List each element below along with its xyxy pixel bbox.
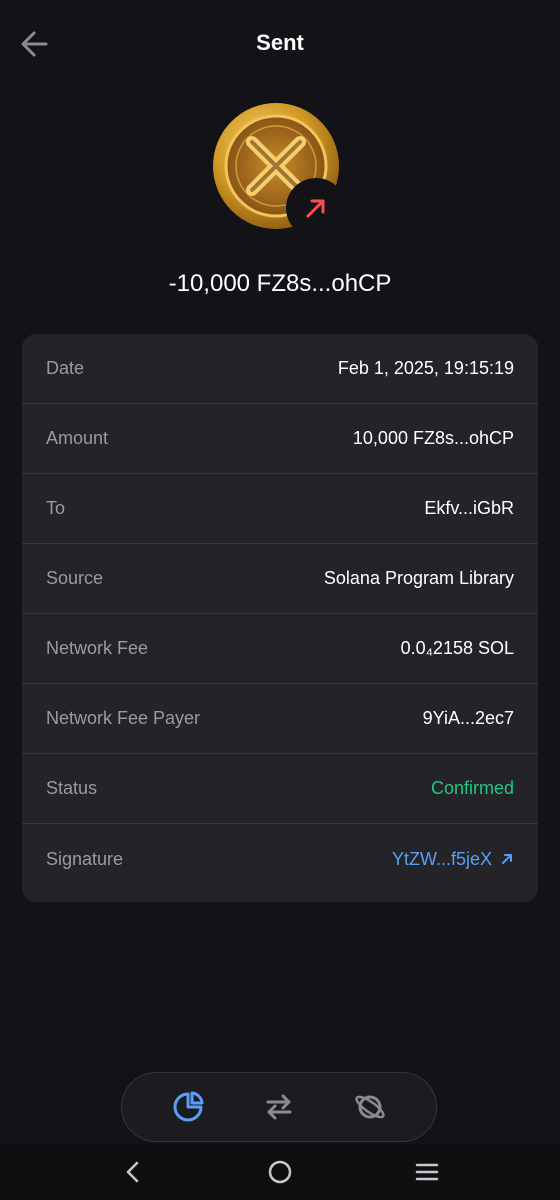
transaction-amount: -10,000 FZ8s...ohCP <box>168 270 392 297</box>
arrow-up-right-icon <box>306 199 325 218</box>
system-home-button[interactable] <box>260 1152 300 1192</box>
detail-label: Status <box>46 778 98 798</box>
recents-icon <box>415 1163 438 1181</box>
detail-value: 9YiA...2ec7 <box>422 708 514 728</box>
nav-swap-button[interactable] <box>255 1083 303 1131</box>
external-link-icon <box>502 854 512 864</box>
detail-value: Feb 1, 2025, 19:15:19 <box>337 358 514 378</box>
signature-link[interactable]: YtZW...f5jeX <box>392 849 514 870</box>
detail-row-network-fee: Network Fee 0.0₄2158 SOL <box>22 614 538 684</box>
header: Sent <box>0 0 560 88</box>
detail-row-signature: Signature YtZW...f5jeX <box>22 824 538 894</box>
nav-explore-button[interactable] <box>346 1083 394 1131</box>
detail-row-date: Date Feb 1, 2025, 19:15:19 <box>22 334 538 404</box>
detail-value: Ekfv...iGbR <box>424 498 514 518</box>
page-title: Sent <box>256 30 304 55</box>
system-back-button[interactable] <box>113 1152 153 1192</box>
detail-label: Network Fee <box>46 638 149 658</box>
detail-label: To <box>46 498 66 518</box>
back-icon <box>127 1161 139 1183</box>
detail-value: 10,000 FZ8s...ohCP <box>352 428 514 448</box>
portfolio-pie-icon <box>173 1091 204 1122</box>
detail-label: Source <box>46 568 104 588</box>
detail-label: Network Fee Payer <box>46 708 201 728</box>
detail-row-to: To Ekfv...iGbR <box>22 474 538 544</box>
status-badge: Confirmed <box>430 778 514 798</box>
detail-label: Amount <box>46 428 109 448</box>
detail-value: 0.0₄2158 SOL <box>400 638 514 658</box>
detail-row-source: Source Solana Program Library <box>22 544 538 614</box>
nav-portfolio-button[interactable] <box>164 1083 212 1131</box>
details-card: Date Feb 1, 2025, 19:15:19 Amount 10,000… <box>22 334 538 902</box>
detail-row-status: Status Confirmed <box>22 754 538 824</box>
swap-arrows-icon <box>266 1094 292 1120</box>
home-icon <box>268 1160 292 1184</box>
detail-value: Solana Program Library <box>323 568 514 588</box>
sent-badge <box>286 178 346 238</box>
bottom-nav <box>121 1072 437 1142</box>
detail-row-fee-payer: Network Fee Payer 9YiA...2ec7 <box>22 684 538 754</box>
detail-label: Signature <box>46 848 124 869</box>
signature-text: YtZW...f5jeX <box>391 848 492 869</box>
detail-row-amount: Amount 10,000 FZ8s...ohCP <box>22 404 538 474</box>
explore-planet-icon <box>355 1095 385 1119</box>
system-nav-bar <box>0 1144 560 1200</box>
token-avatar <box>212 102 346 238</box>
system-recents-button[interactable] <box>407 1152 447 1192</box>
detail-label: Date <box>46 358 85 378</box>
